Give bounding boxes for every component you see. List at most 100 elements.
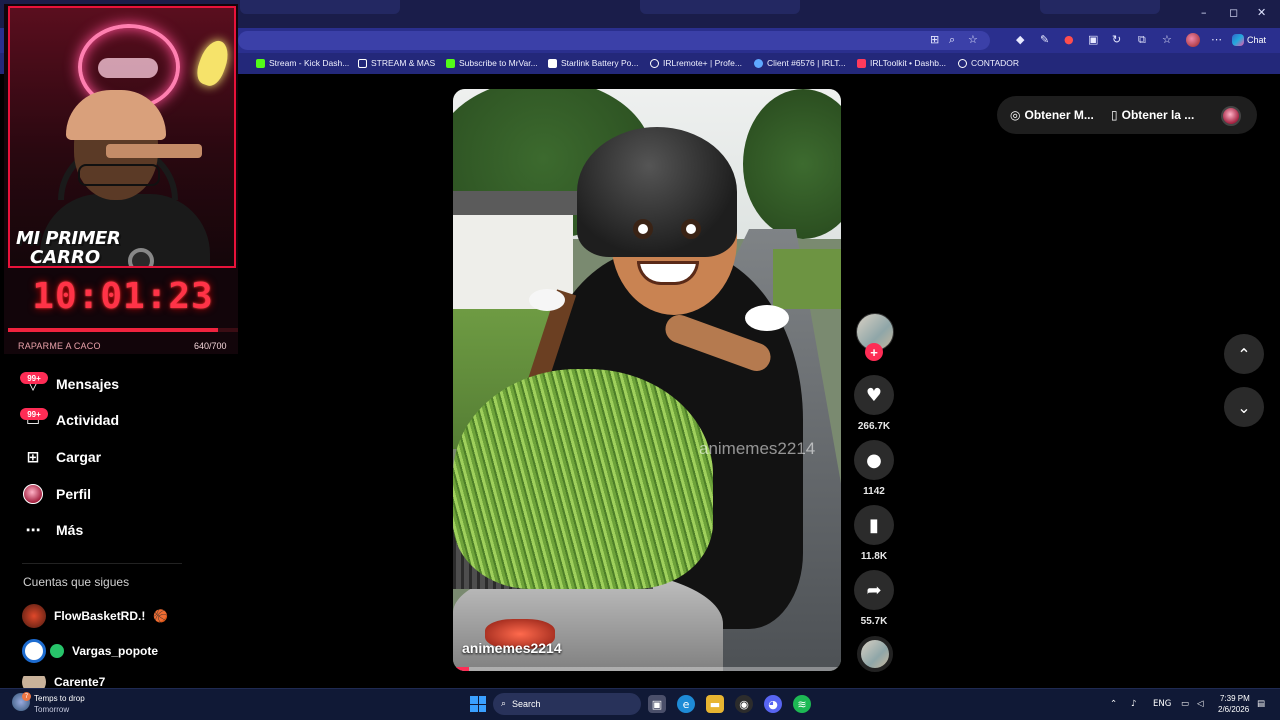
upload-icon: ⊞ [26,448,40,466]
bookmark-item[interactable]: Client #6576 | IRLT... [754,58,846,68]
extension-icon[interactable]: ◆ [1016,34,1024,46]
video-player[interactable]: animemes2214 animemes2214 [453,89,841,671]
weather-badge: 7 [22,692,31,701]
following-account[interactable]: Carente7 [22,676,105,688]
following-account[interactable]: FlowBasketRD.! 🏀 [22,603,168,629]
file-explorer-icon[interactable]: ▬ [706,695,724,713]
network-icon[interactable]: ▭ [1181,699,1189,709]
close-button[interactable]: ✕ [1257,6,1266,19]
obs-icon[interactable]: ◉ [735,695,753,713]
maximize-button[interactable]: ◻ [1229,6,1238,19]
windows-start-icon[interactable] [470,696,486,712]
notifications-icon[interactable]: ▤ [1257,699,1265,709]
search-icon: ⌕ [501,699,507,709]
weather-line1[interactable]: Temps to drop [34,694,85,703]
like-button[interactable]: ♥ [854,375,894,415]
clock-time[interactable]: 7:39 PM [1220,694,1250,703]
refresh-icon[interactable]: ↻ [1112,34,1121,46]
stream-overlay: MI PRIMER CARRO 10:01:23 RAPARME A CACO … [4,4,238,354]
bookmark-item[interactable]: Stream - Kick Dash... [256,58,349,68]
microphone-icon[interactable]: ♪ [1131,699,1136,709]
comment-button[interactable]: ● [854,440,894,480]
volume-icon[interactable]: ◁ [1197,699,1204,709]
bookmark-icon: ▮ [869,514,879,536]
language-indicator[interactable]: ENG [1153,699,1171,709]
bookmark-item[interactable]: Subscribe to MrVar... [446,58,538,68]
address-bar[interactable] [238,31,990,50]
folder-icon [358,58,367,68]
sidebar-item-label: Mensajes [56,376,120,392]
video-scene [681,219,701,239]
account-name: Carente7 [54,676,106,688]
browser-tab[interactable] [240,0,400,14]
coin-icon: ◎ [1010,108,1021,122]
steering-wheel-icon [128,248,154,266]
previous-video-button[interactable]: ⌃ [1224,334,1264,374]
extensions-puzzle-icon[interactable]: ⧉ [1138,34,1146,46]
user-avatar[interactable] [1221,106,1241,126]
browser-tab[interactable] [1040,0,1160,14]
weather-line2: Tomorrow [34,705,70,714]
favorites-icon[interactable]: ☆ [1162,34,1172,46]
banner-line1: MI PRIMER [16,228,121,249]
share-button[interactable]: ➦ [854,570,894,610]
video-scene [577,127,737,257]
bookmark-item[interactable]: STREAM & MAS [358,58,435,68]
kick-icon [256,58,265,68]
profile-avatar [23,484,43,504]
extension-icon[interactable]: ▣ [1088,34,1098,46]
bookmark-item[interactable]: Starlink Battery Po... [548,58,638,68]
video-watermark: animemes2214 [699,439,816,458]
taskbar-search[interactable]: ⌕ Search [493,693,641,715]
account-avatar [22,639,46,663]
like-count: 266.7K [857,421,891,432]
app-available-icon[interactable]: ⊞ [930,34,939,46]
sidebar-item-perfil[interactable]: Perfil [22,482,91,506]
music-disc-icon[interactable] [857,636,893,672]
clock-date: 2/6/2026 [1218,705,1250,714]
favorite-star-icon[interactable]: ☆ [968,34,978,46]
video-author[interactable]: animemes2214 [462,640,562,656]
counter-icon [958,58,967,68]
copilot-chat-button[interactable]: Chat [1232,32,1276,48]
show-hidden-icons[interactable]: ⌃ [1110,699,1117,709]
streamer-glasses [78,164,160,186]
sidebar-item-mas[interactable]: ⋯ Más [22,518,84,542]
extension-icon[interactable]: ✎ [1040,34,1049,46]
more-options-icon[interactable]: ⋯ [1211,34,1222,46]
extension-icon[interactable]: ● [1064,34,1074,46]
next-video-button[interactable]: ⌄ [1224,387,1264,427]
browser-tab[interactable] [640,0,800,14]
bookmark-item[interactable]: IRLToolkit • Dashb... [857,58,946,68]
minimize-button[interactable]: – [1201,6,1207,19]
sidebar-divider [22,563,182,564]
goal-progress-bar [8,328,238,332]
save-button[interactable]: ▮ [854,505,894,545]
get-coins-button[interactable]: ◎ Obtener M... [1010,108,1094,122]
video-progress-bar[interactable] [453,667,841,671]
browser-profile-avatar[interactable] [1186,33,1200,47]
goal-progress-fill [8,328,219,332]
goal-count: 640/700 [194,341,227,351]
edge-icon[interactable]: e [677,695,695,713]
discord-icon[interactable]: ◕ [764,695,782,713]
account-avatar [22,604,46,628]
video-scene [453,369,713,589]
heart-icon: ♥ [865,384,883,406]
bookmark-item[interactable]: CONTADOR [958,58,1019,68]
account-name: Vargas_popote [72,644,159,658]
sidebar-item-cargar[interactable]: ⊞ Cargar [22,445,101,469]
phone-icon: ▯ [1111,108,1118,122]
notification-badge: 99+ [20,372,48,384]
get-app-button[interactable]: ▯ Obtener la ... [1111,108,1194,122]
bookmark-item[interactable]: IRLremote+ | Profe... [650,58,742,68]
chevron-down-icon: ⌄ [1237,397,1251,417]
task-view-icon[interactable]: ▣ [648,695,666,713]
zoom-icon[interactable]: ⌕ [949,34,955,46]
following-account[interactable]: Vargas_popote [22,638,158,664]
follow-plus-icon[interactable]: + [865,343,883,361]
sidebar-item-label: Actividad [56,412,120,428]
save-count: 11.8K [860,551,888,562]
notification-badge: 99+ [20,408,48,420]
spotify-icon[interactable]: ≋ [793,695,811,713]
